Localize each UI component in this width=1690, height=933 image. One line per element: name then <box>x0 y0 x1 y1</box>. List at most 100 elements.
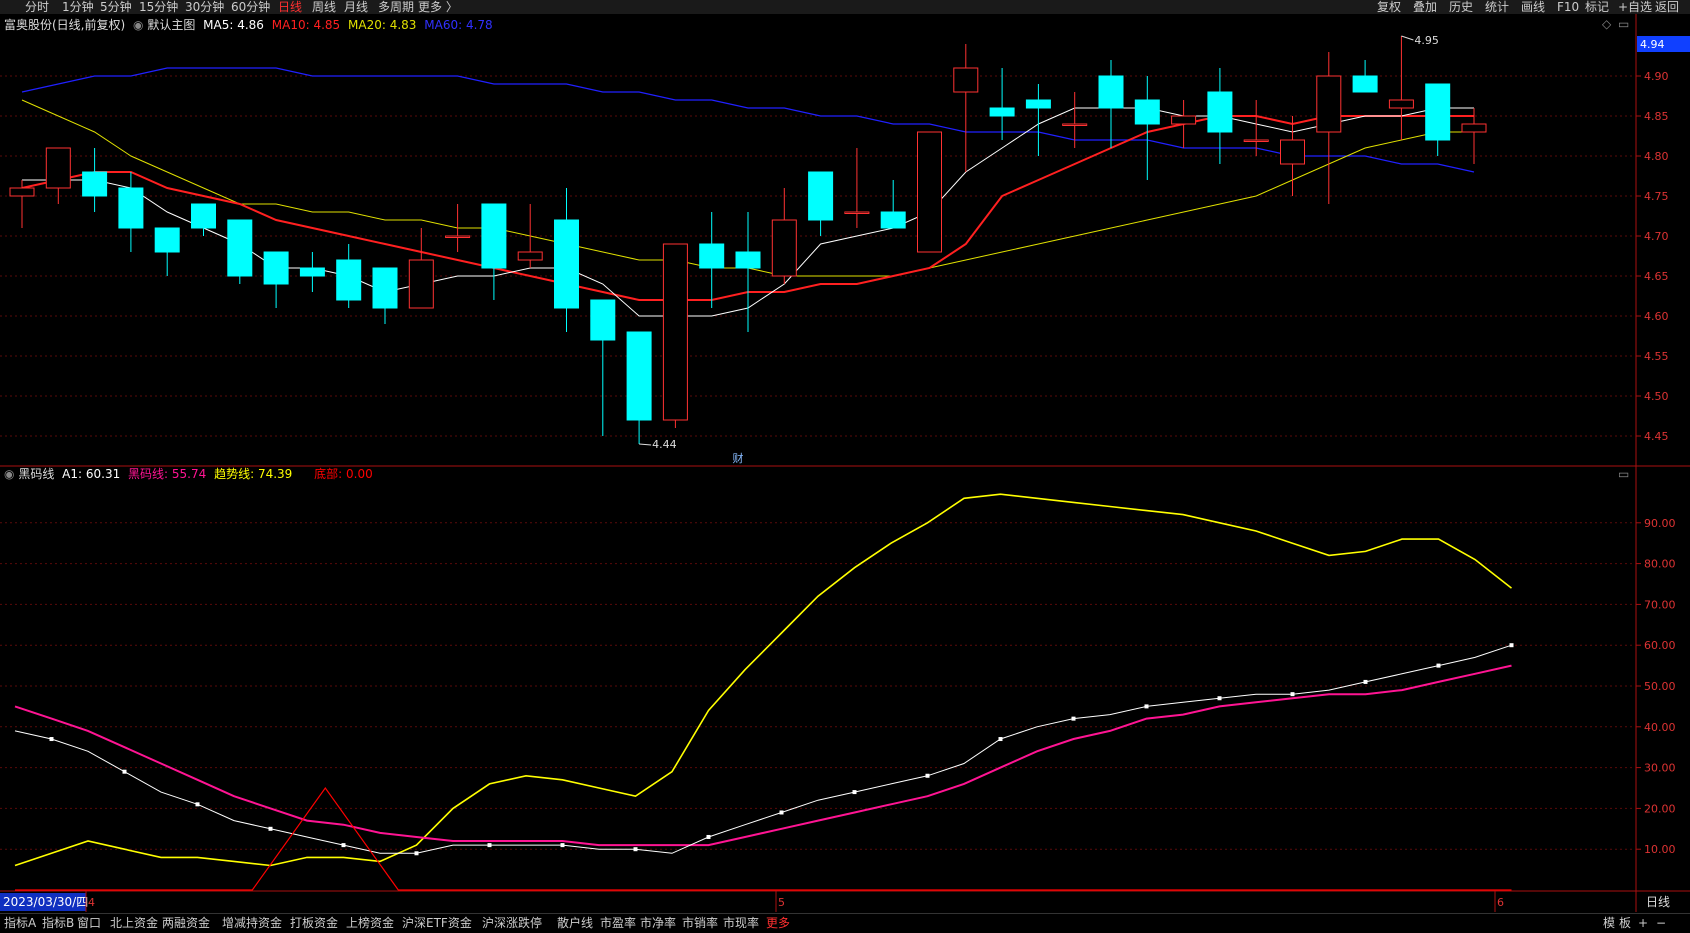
month-label: 6 <box>1497 896 1504 909</box>
candle-body <box>1062 123 1088 126</box>
bottom-tab-3[interactable]: 北上资金 <box>110 914 158 933</box>
candle-body <box>917 131 942 253</box>
candle-body <box>1280 139 1305 165</box>
price-tick-label: 4.65 <box>1644 270 1669 283</box>
ind-tick-label: 30.00 <box>1644 762 1676 775</box>
bottom-tab-0[interactable]: 指标A <box>4 914 36 933</box>
high-marker-line <box>1401 35 1414 41</box>
price-tick-label: 4.50 <box>1644 390 1669 403</box>
bottom-right-2[interactable]: + <box>1638 914 1648 933</box>
candle-body <box>735 251 761 269</box>
ind-tick-label: 10.00 <box>1644 843 1676 856</box>
price-tick-label: 4.45 <box>1644 430 1669 443</box>
bottom-tab-9[interactable]: 沪深涨跌停 <box>482 914 542 933</box>
bottom-tab-15[interactable]: 更多 <box>766 914 790 933</box>
high-marker-label: 4.95 <box>1414 34 1439 47</box>
candle-body <box>118 187 144 229</box>
dibu-line <box>15 786 1512 891</box>
price-tick-label: 4.75 <box>1644 190 1669 203</box>
candle-body <box>1316 75 1342 133</box>
a1-point <box>852 790 857 795</box>
bottom-tab-2[interactable]: 窗口 <box>77 914 101 933</box>
a1-point <box>268 826 273 831</box>
bottom-tab-6[interactable]: 打板资金 <box>290 914 338 933</box>
ind-tick-label: 90.00 <box>1644 517 1676 530</box>
candle-body <box>299 267 325 277</box>
candle-body <box>1025 99 1051 109</box>
bottom-tab-bar: 指标A 指标B 窗口 北上资金 两融资金 增减持资金 打板资金 上榜资金 沪深ETF资金 沪深涨跌… <box>0 913 1690 933</box>
candle-body <box>1098 75 1124 109</box>
candle-body <box>590 299 616 341</box>
a1-point <box>122 769 127 774</box>
price-tick-label: 4.55 <box>1644 350 1669 363</box>
a1-point <box>414 851 419 856</box>
period-label: 日线 <box>1646 895 1670 909</box>
candle-body <box>481 203 507 269</box>
a1-point <box>341 843 346 848</box>
month-label: 4 <box>88 896 95 909</box>
candle-body <box>953 67 979 93</box>
bottom-tab-4[interactable]: 两融资金 <box>162 914 210 933</box>
low-marker-label: 4.44 <box>652 438 677 451</box>
candle-body <box>989 107 1015 117</box>
bottom-right-1[interactable]: 板 <box>1619 914 1631 933</box>
candle-body <box>517 251 543 261</box>
a1-point <box>1436 663 1441 668</box>
a1-point <box>1217 696 1222 701</box>
bottom-tab-1[interactable]: 指标B <box>42 914 74 933</box>
bottom-right-0[interactable]: 模 <box>1603 914 1615 933</box>
kline-chart[interactable]: 4.90 4.85 4.80 4.75 4.70 4.65 4.60 4.55 4.50 4.45… <box>0 0 1690 912</box>
price-tick-label: 4.70 <box>1644 230 1669 243</box>
a1-point <box>195 802 200 807</box>
candle-body <box>1352 75 1378 93</box>
ind-tick-label: 40.00 <box>1644 721 1676 734</box>
candle-body <box>1207 91 1233 133</box>
a1-line <box>14 644 1512 854</box>
a1-point <box>560 843 565 848</box>
candle-body <box>9 187 35 197</box>
candle-body <box>1243 139 1269 142</box>
cai-marker: 财 <box>733 451 744 465</box>
a1-point <box>49 737 54 742</box>
a1-point <box>1290 692 1295 697</box>
bottom-tab-7[interactable]: 上榜资金 <box>346 914 394 933</box>
candle-body <box>554 219 579 309</box>
qushi-line <box>14 493 1512 867</box>
bottom-tab-14[interactable]: 市现率 <box>723 914 759 933</box>
a1-point <box>633 847 638 852</box>
candle-body <box>1171 115 1197 125</box>
month-label: 5 <box>778 896 785 909</box>
candle-body <box>408 259 434 309</box>
candle-body <box>662 243 688 421</box>
bottom-tab-10[interactable]: 散户线 <box>557 914 593 933</box>
candle-body <box>1388 99 1414 109</box>
bottom-tab-13[interactable]: 市销率 <box>682 914 718 933</box>
candle-body <box>191 203 216 229</box>
candle-body <box>445 235 471 238</box>
candle-body <box>1461 123 1487 133</box>
cursor-date-label: 2023/03/30/四 <box>3 895 88 909</box>
bottom-tab-12[interactable]: 市净率 <box>640 914 676 933</box>
candle-body <box>82 171 108 197</box>
bottom-tab-11[interactable]: 市盈率 <box>600 914 636 933</box>
a1-point <box>1071 716 1076 721</box>
a1-point <box>1144 704 1149 709</box>
a1-point <box>487 843 492 848</box>
candle-body <box>1425 83 1451 141</box>
ind-tick-label: 80.00 <box>1644 558 1676 571</box>
candle-body <box>844 211 870 214</box>
price-tick-label: 4.60 <box>1644 310 1669 323</box>
candle-body <box>263 251 289 285</box>
a1-point <box>925 773 930 778</box>
bottom-right-3[interactable]: − <box>1656 914 1666 933</box>
a1-point <box>1509 643 1514 648</box>
bottom-tab-8[interactable]: 沪深ETF资金 <box>402 914 472 933</box>
a1-point <box>998 737 1003 742</box>
candle-body <box>154 227 180 253</box>
candle-body <box>372 267 398 309</box>
price-tick-label: 4.90 <box>1644 70 1669 83</box>
a1-point <box>1363 679 1368 684</box>
candle-body <box>808 171 834 221</box>
price-tick-label: 4.80 <box>1644 150 1669 163</box>
bottom-tab-5[interactable]: 增减持资金 <box>222 914 282 933</box>
